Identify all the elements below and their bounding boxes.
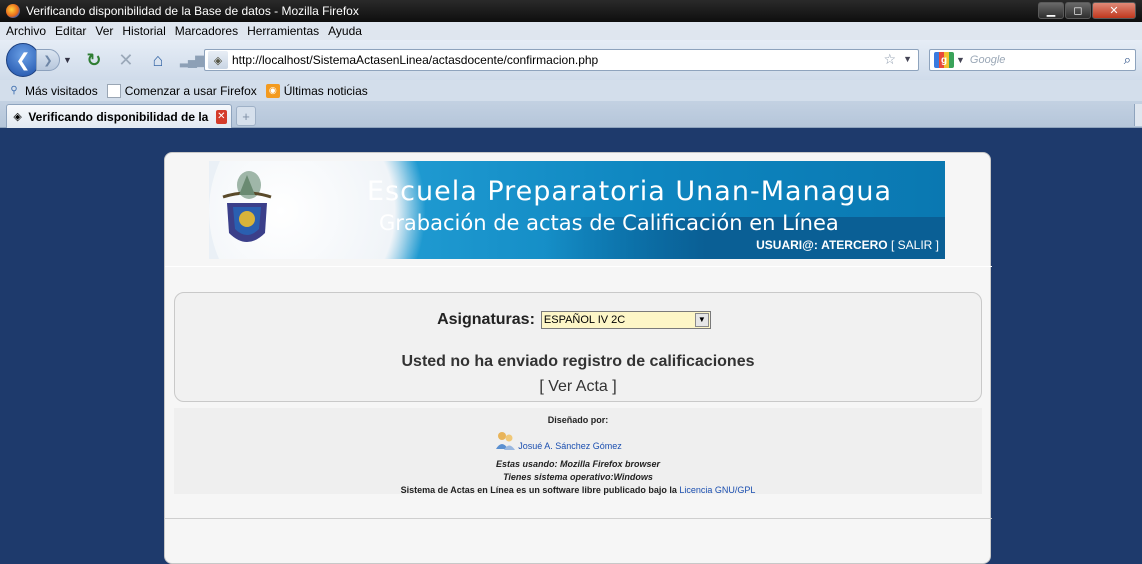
forward-button[interactable]: ❯ [36, 49, 60, 71]
menu-historial[interactable]: Historial [122, 24, 165, 38]
school-title: Escuela Preparatoria Unan-Managua [367, 176, 892, 207]
status-message: Usted no ha enviado registro de califica… [401, 353, 755, 370]
bookmark-ultimas-noticias[interactable]: ◉ Últimas noticias [265, 83, 368, 98]
menu-bar: Archivo Editar Ver Historial Marcadores … [0, 22, 1142, 40]
asignatura-selected-value: ESPAÑOL IV 2C [543, 314, 626, 326]
bookmark-label: Más visitados [25, 83, 98, 98]
bookmark-label: Comenzar a usar Firefox [124, 83, 257, 98]
page-footer: Diseñado por: Josué A. Sánchez Gómez Est… [174, 408, 982, 495]
search-placeholder[interactable]: Google [970, 54, 1005, 66]
header-divider [165, 266, 992, 267]
menu-ver[interactable]: Ver [95, 24, 113, 38]
university-crest-icon [222, 171, 272, 242]
page-container: Escuela Preparatoria Unan-Managua Grabac… [164, 152, 992, 564]
asignaturas-row: Asignaturas: ESPAÑOL IV 2C ▼ [175, 311, 981, 329]
user-name: ATERCERO [821, 238, 888, 252]
web-viewport: Escuela Preparatoria Unan-Managua Grabac… [0, 128, 1142, 564]
close-tab-icon[interactable]: ✕ [215, 109, 227, 124]
content-panel: Asignaturas: ESPAÑOL IV 2C ▼ Usted no ha… [174, 292, 982, 402]
bookmark-mas-visitados[interactable]: ⚲ Más visitados [7, 83, 98, 98]
user-label: USUARI@: [756, 238, 818, 252]
tab-strip: ◈ Verificando disponibilidad de la Base … [0, 101, 1142, 128]
url-dropdown-icon[interactable]: ▼ [903, 54, 912, 64]
window-title: Verificando disponibilidad de la Base de… [26, 4, 359, 18]
search-icon[interactable]: ⌕ [1124, 52, 1131, 68]
license-text: Sistema de Actas en Línea es un software… [400, 485, 677, 495]
tab-scroll-button[interactable] [1134, 104, 1142, 126]
address-bar[interactable]: ◈ http://localhost/SistemaActasenLinea/a… [204, 49, 919, 71]
search-engine-dropdown-icon[interactable]: ▼ [956, 55, 965, 65]
bottom-divider [165, 518, 992, 519]
menu-editar[interactable]: Editar [55, 24, 86, 38]
page-icon [106, 83, 121, 98]
search-bar[interactable]: g ▼ Google ⌕ [929, 49, 1136, 71]
reload-icon[interactable]: ↻ [84, 50, 104, 71]
bookmark-label: Últimas noticias [283, 83, 368, 98]
asignaturas-label: Asignaturas: [437, 311, 535, 328]
maximize-button[interactable]: ◻ [1065, 2, 1091, 19]
firefox-logo-icon [6, 4, 20, 18]
logout-link[interactable]: [ SALIR ] [891, 238, 939, 252]
bookmark-comenzar[interactable]: Comenzar a usar Firefox [106, 83, 257, 98]
window-controls: ▁ ◻ ✕ [1038, 2, 1136, 19]
new-tab-button[interactable]: + [236, 106, 256, 126]
author-row: Josué A. Sánchez Gómez [174, 429, 982, 451]
menu-herramientas[interactable]: Herramientas [247, 24, 319, 38]
site-favicon-icon: ◈ [13, 111, 22, 123]
most-visited-icon: ⚲ [10, 85, 18, 96]
asignatura-select[interactable]: ESPAÑOL IV 2C ▼ [540, 311, 711, 329]
os-info: Tienes sistema operativo:Windows [503, 472, 653, 482]
site-identity-icon[interactable]: ◈ [208, 51, 228, 69]
designed-by-label: Diseñado por: [547, 415, 609, 425]
ver-acta-link[interactable]: [ Ver Acta ] [175, 378, 981, 396]
close-window-button[interactable]: ✕ [1092, 2, 1136, 19]
system-subtitle: Grabación de actas de Calificación en Lí… [379, 211, 839, 235]
tab-label: Verificando disponibilidad de la Base ..… [28, 109, 210, 124]
menu-ayuda[interactable]: Ayuda [328, 24, 362, 38]
google-engine-icon[interactable]: g [934, 52, 954, 68]
user-info: USUARI@: ATERCERO [ SALIR ] [756, 238, 939, 252]
back-button[interactable]: ❮ [6, 43, 40, 77]
license-info: Sistema de Actas en Línea es un software… [174, 485, 982, 495]
license-link[interactable]: Licencia GNU/GPL [679, 485, 755, 495]
minimize-button[interactable]: ▁ [1038, 2, 1064, 19]
header-banner: Escuela Preparatoria Unan-Managua Grabac… [209, 161, 945, 259]
tab-active[interactable]: ◈ Verificando disponibilidad de la Base … [6, 104, 232, 128]
user-group-icon [496, 432, 516, 450]
rss-feed-icon: ◉ [265, 83, 280, 98]
bookmarks-toolbar: ⚲ Más visitados Comenzar a usar Firefox … [0, 80, 1142, 101]
menu-marcadores[interactable]: Marcadores [175, 24, 238, 38]
chevron-down-icon[interactable]: ▼ [694, 313, 709, 327]
url-text[interactable]: http://localhost/SistemaActasenLinea/act… [232, 53, 598, 67]
history-dropdown-icon[interactable]: ▼ [63, 55, 72, 65]
bookmark-star-icon[interactable]: ☆ [883, 51, 896, 68]
home-icon[interactable]: ⌂ [148, 50, 168, 71]
stop-icon[interactable]: ✕ [116, 50, 136, 71]
author-link[interactable]: Josué A. Sánchez Gómez [518, 441, 622, 451]
navigation-toolbar: ❮ ❯ ▼ ↻ ✕ ⌂ ▂▄▆ ◈ http://localhost/Siste… [0, 40, 1142, 80]
window-titlebar: Verificando disponibilidad de la Base de… [0, 0, 1142, 22]
menu-archivo[interactable]: Archivo [6, 24, 46, 38]
browser-info: Estas usando: Mozilla Firefox browser [495, 459, 661, 469]
signal-bars-icon: ▂▄▆ [179, 52, 205, 67]
